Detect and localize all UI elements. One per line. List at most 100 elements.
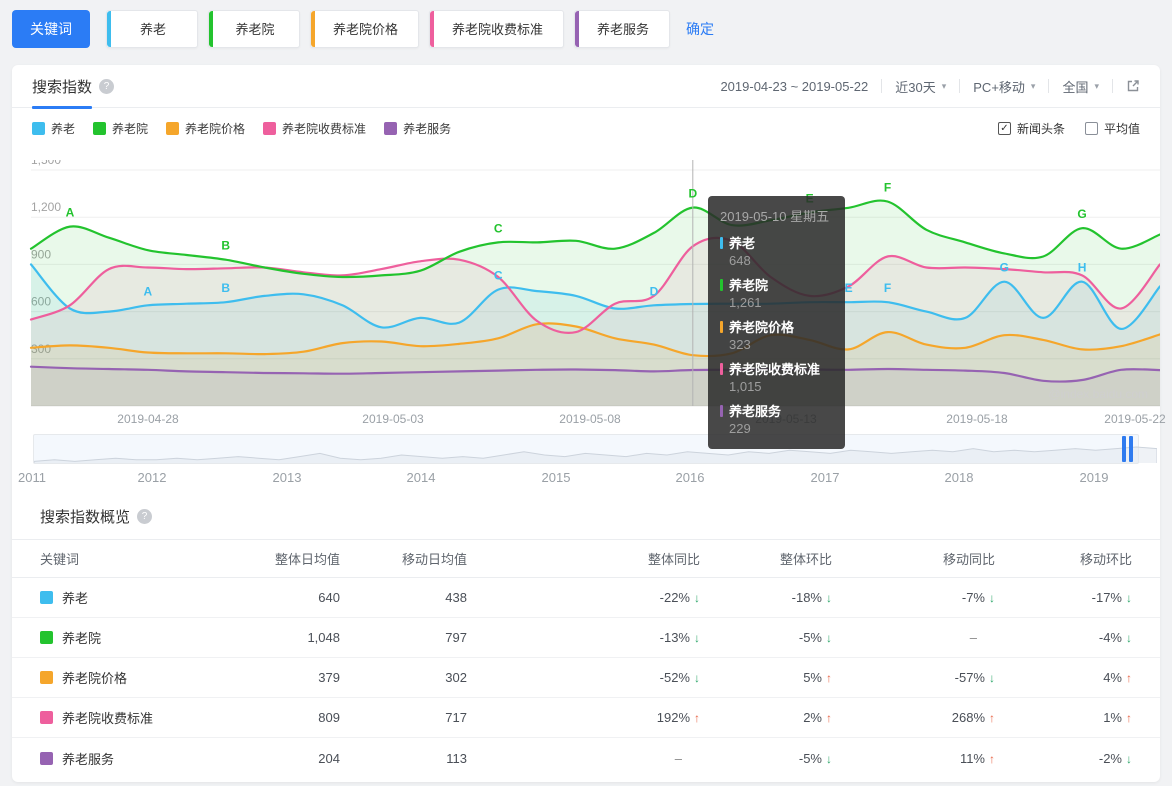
legend-row: 养老 养老院 养老院价格 养老院收费标准 养老服务 ✓ 新闻头条 平均值 xyxy=(12,108,1160,148)
avg-value-cell: 113 xyxy=(446,750,467,766)
keyword-chip[interactable]: 养老服务 xyxy=(574,9,671,48)
brush-handle[interactable] xyxy=(1122,436,1133,462)
keyword-chip[interactable]: 养老院价格 xyxy=(310,9,420,48)
overview-header: 搜索指数概览 ? xyxy=(12,490,1160,540)
change-value: -2% xyxy=(1098,750,1122,766)
x-axis-labels: 2019-04-282019-05-032019-05-082019-05-13… xyxy=(12,408,1165,432)
keyword-swatch xyxy=(40,671,53,684)
change-cell: -22% ↓ xyxy=(467,590,700,605)
change-cell: 1% ↑ xyxy=(995,710,1132,725)
news-marker-E[interactable]: E xyxy=(845,281,853,295)
change-cell: -7% ↓ xyxy=(832,590,995,605)
change-value: -18% xyxy=(791,590,822,605)
news-marker-C[interactable]: C xyxy=(494,269,503,283)
tooltip-item: 养老服务 229 xyxy=(720,401,833,436)
checkbox-checked-icon: ✓ xyxy=(997,121,1011,135)
keyword-chip-label: 养老服务 xyxy=(597,22,650,37)
dropdown-label: 近30天 xyxy=(895,79,936,95)
keyword-chip-label: 养老院价格 xyxy=(333,22,399,37)
column-header: 移动日均值 xyxy=(401,552,467,567)
change-value: 2% xyxy=(803,710,822,725)
table-header-row: 关键词 整体日均值 移动日均值 整体同比 整体环比 移动同比 移动环比 xyxy=(12,540,1160,578)
news-marker-G[interactable]: G xyxy=(1077,207,1086,221)
news-marker-D[interactable]: D xyxy=(650,284,659,298)
toggle-平均值[interactable]: 平均值 xyxy=(1084,120,1140,137)
x-tick-label: 2019-05-03 xyxy=(362,412,424,426)
legend-label: 养老服务 xyxy=(403,121,452,136)
table-row: 养老院价格 379 302 -52% ↓ 5% ↑ -57% ↓ 4% ↑ xyxy=(12,658,1160,698)
avg-value-cell: 717 xyxy=(445,710,467,725)
tooltip-series-name: 养老服务 xyxy=(729,404,782,419)
legend-item[interactable]: 养老 xyxy=(32,120,75,137)
help-icon[interactable]: ? xyxy=(99,78,115,94)
news-marker-D[interactable]: D xyxy=(688,187,697,201)
tooltip-item: 养老院收费标准 1,015 xyxy=(720,359,833,394)
legend-item[interactable]: 养老院价格 xyxy=(166,120,245,137)
open-in-new-icon[interactable] xyxy=(1126,79,1140,93)
tooltip-series-name: 养老院收费标准 xyxy=(729,362,821,377)
tooltip-series-name: 养老 xyxy=(729,236,756,251)
change-cell: 192% ↑ xyxy=(467,710,700,725)
news-marker-A[interactable]: A xyxy=(66,206,75,220)
dropdown-近30天[interactable]: 近30天 ▾ xyxy=(895,77,946,96)
timeline-sparkline xyxy=(34,446,1157,463)
table-body: 养老 640 438 -22% ↓ -18% ↓ -7% ↓ -17% ↓ 养老院 1,048 797 -1… xyxy=(12,578,1160,778)
legend-swatch xyxy=(93,121,107,135)
change-value: 11% xyxy=(959,750,985,766)
keyword-chip[interactable]: 养老院 xyxy=(208,9,300,48)
tooltip-series-bar xyxy=(720,278,723,291)
dropdown-PC+移动[interactable]: PC+移动 ▾ xyxy=(973,77,1035,96)
date-range[interactable]: 2019-04-23 ~ 2019-05-22 xyxy=(720,79,868,94)
timeline-years: 2011 2012 2013 2014 2015 2016 2017 2018 2019 xyxy=(12,464,1160,490)
change-cell: -17% ↓ xyxy=(995,590,1132,605)
tooltip-series-bar xyxy=(720,236,723,249)
news-marker-F[interactable]: F xyxy=(884,181,891,195)
timeline-brush[interactable] xyxy=(33,434,1157,464)
timeline-year-label: 2012 xyxy=(137,470,167,485)
keyword-color-accent xyxy=(430,10,435,47)
keyword-chip[interactable]: 养老院收费标准 xyxy=(429,9,565,48)
timeline-year-label: 2016 xyxy=(675,470,705,485)
tab-search-index[interactable]: 搜索指数 xyxy=(32,65,93,109)
trend-chart: 3006009001,2001,500ABCDEFGHABCDEFG@index… xyxy=(12,160,1160,449)
news-marker-G[interactable]: G xyxy=(1000,261,1009,275)
legend-label: 养老院 xyxy=(112,121,149,136)
column-header: 移动同比 xyxy=(942,552,995,567)
news-marker-B[interactable]: B xyxy=(221,281,230,295)
legend-item[interactable]: 养老院 xyxy=(93,120,148,137)
change-value: -5% xyxy=(798,750,822,766)
keyword-chip[interactable]: 养老 xyxy=(106,9,198,48)
tooltip-item: 养老院 1,261 xyxy=(720,275,833,310)
change-cell: -18% ↓ xyxy=(700,590,832,605)
change-value: – xyxy=(969,630,977,645)
change-value: -17% xyxy=(1091,590,1122,605)
column-header: 关键词 xyxy=(40,552,80,567)
overview-help-icon[interactable]: ? xyxy=(137,509,153,524)
news-marker-B[interactable]: B xyxy=(221,239,230,253)
keyword-label-button[interactable]: 关键词 xyxy=(12,9,90,48)
toggle-新闻头条[interactable]: ✓ 新闻头条 xyxy=(997,120,1065,137)
keyword-name: 养老院 xyxy=(62,631,102,646)
avg-value-cell: 640 xyxy=(318,590,340,605)
table-row: 养老院 1,048 797 -13% ↓ -5% ↓ – -4% ↓ xyxy=(12,618,1160,658)
news-marker-H[interactable]: H xyxy=(1078,261,1087,275)
dropdown-label: PC+移动 xyxy=(973,79,1025,95)
legend-item[interactable]: 养老院收费标准 xyxy=(263,120,366,137)
tooltip-series-name: 养老院价格 xyxy=(729,320,795,335)
tooltip-item: 养老院价格 323 xyxy=(720,317,833,352)
y-tick-label: 1,500 xyxy=(31,160,61,167)
dropdown-label: 全国 xyxy=(1062,79,1089,95)
tooltip-series-value: 1,261 xyxy=(729,295,762,310)
news-marker-A[interactable]: A xyxy=(143,284,152,298)
confirm-link[interactable]: 确定 xyxy=(686,19,714,39)
x-tick-label: 2019-05-22 xyxy=(1104,412,1166,426)
legend-item[interactable]: 养老服务 xyxy=(384,120,451,137)
avg-value-cell: 204 xyxy=(318,750,340,766)
timeline-year-label: 2019 xyxy=(1079,470,1109,485)
tab-label: 搜索指数 xyxy=(32,78,93,96)
avg-value-cell: 302 xyxy=(445,670,467,685)
news-marker-F[interactable]: F xyxy=(884,281,891,295)
news-marker-C[interactable]: C xyxy=(494,221,503,235)
dropdown-全国[interactable]: 全国 ▾ xyxy=(1062,77,1099,96)
change-cell: -57% ↓ xyxy=(832,670,995,685)
